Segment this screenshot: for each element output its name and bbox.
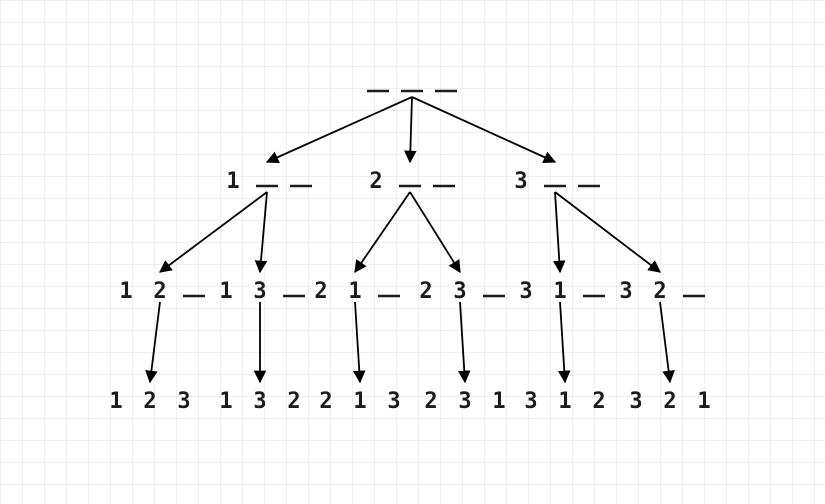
slot-digit: 2 xyxy=(143,389,156,414)
slot-digit: 2 xyxy=(369,169,382,194)
tree-node: 231 xyxy=(424,389,505,414)
tree-edge xyxy=(412,97,555,162)
slot-digit: 3 xyxy=(453,279,466,304)
slot-digit: 2 xyxy=(419,279,432,304)
slot-digit: 3 xyxy=(253,279,266,304)
tree-node: 2 xyxy=(369,169,455,194)
tree-edge xyxy=(260,192,267,272)
tree-node: 32 xyxy=(619,279,705,304)
slot-digit: 1 xyxy=(353,389,366,414)
tree-edge xyxy=(555,192,660,272)
tree-edge xyxy=(160,192,267,272)
tree-node: 12 xyxy=(119,279,205,304)
tree-node: 31 xyxy=(519,279,605,304)
tree-node: 21 xyxy=(314,279,400,304)
slot-digit: 3 xyxy=(619,279,632,304)
slot-digit: 1 xyxy=(226,169,239,194)
slot-digit: 2 xyxy=(153,279,166,304)
tree-node: 213 xyxy=(319,389,400,414)
slot-digit: 3 xyxy=(524,389,537,414)
slot-digit: 1 xyxy=(219,389,232,414)
tree-node: 312 xyxy=(524,389,605,414)
tree-edge xyxy=(410,192,460,272)
tree-node: 1 xyxy=(226,169,312,194)
slot-digit: 2 xyxy=(592,389,605,414)
slot-digit: 2 xyxy=(424,389,437,414)
slot-digit: 1 xyxy=(558,389,571,414)
tree-edge xyxy=(410,97,412,162)
slot-digit: 3 xyxy=(629,389,642,414)
slot-digit: 1 xyxy=(697,389,710,414)
slot-digit: 2 xyxy=(663,389,676,414)
slot-digit: 2 xyxy=(319,389,332,414)
slot-digit: 3 xyxy=(177,389,190,414)
tree-edge xyxy=(560,302,565,382)
tree-node: 123 xyxy=(109,389,190,414)
tree-node: 13 xyxy=(219,279,305,304)
slot-digit: 1 xyxy=(492,389,505,414)
slot-digit: 1 xyxy=(219,279,232,304)
slot-digit: 2 xyxy=(653,279,666,304)
slot-digit: 1 xyxy=(348,279,361,304)
slot-digit: 3 xyxy=(519,279,532,304)
slot-digit: 1 xyxy=(109,389,122,414)
tree-node: 321 xyxy=(629,389,710,414)
slot-digit: 3 xyxy=(387,389,400,414)
tree-edge xyxy=(460,302,465,382)
slot-digit: 3 xyxy=(514,169,527,194)
slot-digit: 3 xyxy=(458,389,471,414)
tree-edge xyxy=(355,302,360,382)
tree-edge xyxy=(355,192,410,272)
slot-digit: 1 xyxy=(553,279,566,304)
slot-digit: 2 xyxy=(287,389,300,414)
slot-digit: 3 xyxy=(253,389,266,414)
tree-edge xyxy=(267,97,412,162)
slot-digit: 1 xyxy=(119,279,132,304)
tree-node: 23 xyxy=(419,279,505,304)
tree-edge xyxy=(660,302,670,382)
tree-edge xyxy=(150,302,160,382)
slot-digit: 2 xyxy=(314,279,327,304)
tree-node: 132 xyxy=(219,389,300,414)
diagram-stage: 123121321233132123132213231312321 xyxy=(0,0,825,504)
permutation-tree: 123121321233132123132213231312321 xyxy=(0,0,825,504)
tree-edge xyxy=(555,192,560,272)
tree-node: 3 xyxy=(514,169,600,194)
